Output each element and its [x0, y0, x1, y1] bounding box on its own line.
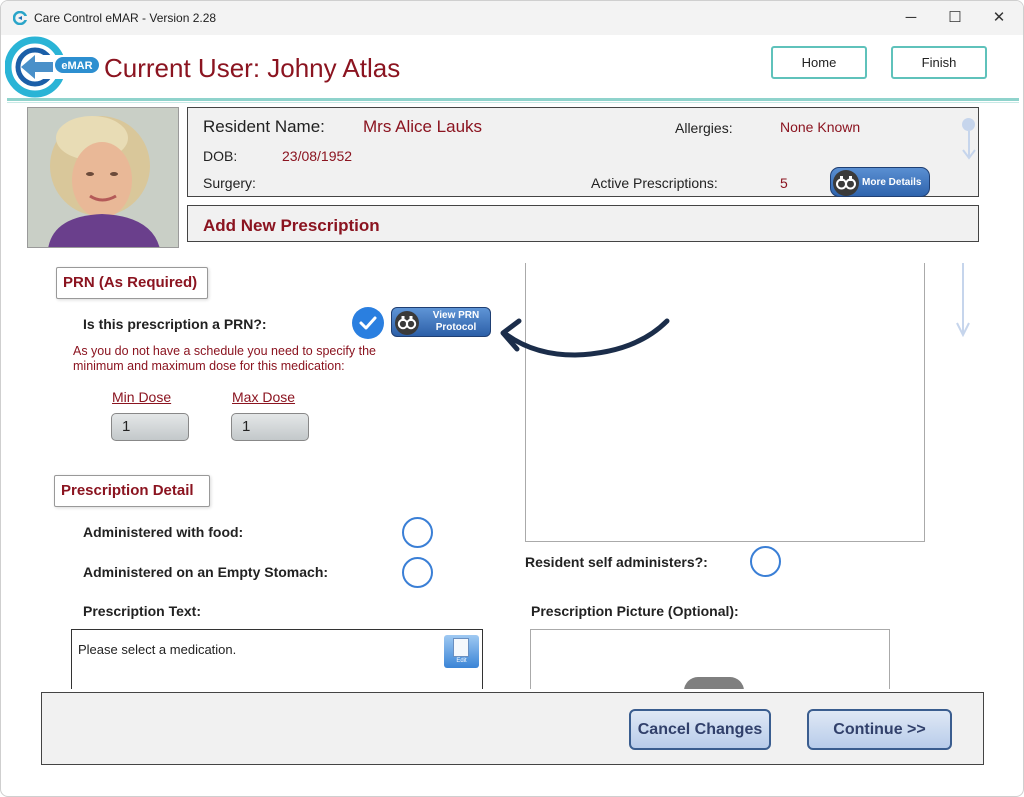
dob-label: DOB:	[203, 148, 238, 164]
resident-photo	[27, 107, 179, 248]
more-details-label: More Details	[862, 177, 922, 188]
finish-button[interactable]: Finish	[891, 46, 987, 79]
view-prn-protocol-button[interactable]: View PRN Protocol	[391, 307, 491, 337]
view-prn-line1: View PRN	[432, 310, 480, 321]
resident-info-panel: Resident Name: Mrs Alice Lauks Allergies…	[187, 107, 979, 197]
edit-label: Edit	[456, 658, 467, 664]
emar-logo: eMAR	[5, 36, 99, 98]
edit-icon[interactable]: Edit	[444, 635, 479, 668]
footer-action-bar: Cancel Changes Continue >>	[41, 692, 984, 765]
scroll-down-icon[interactable]	[953, 263, 973, 337]
medication-list-box[interactable]	[525, 263, 925, 542]
binoculars-icon	[395, 311, 419, 335]
allergies-value: None Known	[780, 119, 861, 135]
title-bar: Care Control eMAR - Version 2.28 ─ ☐ ✕	[1, 1, 1023, 35]
resident-name-label: Resident Name:	[203, 117, 325, 136]
binoculars-icon	[833, 170, 859, 196]
add-prescription-title: Add New Prescription	[203, 216, 380, 235]
prescription-detail-heading: Prescription Detail	[54, 475, 210, 507]
notepad-icon	[453, 638, 469, 657]
scroll-down-icon[interactable]	[959, 131, 979, 161]
with-food-label: Administered with food:	[83, 524, 244, 540]
dob-value: 23/08/1952	[282, 148, 353, 164]
min-dose-input[interactable]: 1	[111, 413, 189, 441]
self-administers-radio[interactable]	[750, 546, 781, 577]
self-administers-label: Resident self administers?:	[525, 554, 708, 570]
prn-section-heading: PRN (As Required)	[56, 267, 208, 299]
picture-placeholder-icon	[684, 677, 744, 689]
scroll-indicator-dot[interactable]	[962, 118, 975, 131]
minimize-button[interactable]: ─	[889, 5, 933, 31]
prescription-text-box[interactable]: Please select a medication. Edit	[71, 629, 483, 689]
maximize-button[interactable]: ☐	[933, 5, 977, 31]
min-dose-label: Min Dose	[112, 389, 172, 405]
view-prn-protocol-label: View PRN Protocol	[424, 310, 488, 334]
empty-stomach-label: Administered on an Empty Stomach:	[83, 564, 329, 580]
current-user-title: Current User: Johny Atlas	[104, 53, 401, 83]
active-prescriptions-label: Active Prescriptions:	[591, 175, 718, 191]
add-prescription-panel: Add New Prescription	[187, 205, 979, 242]
app-logo-icon	[13, 11, 27, 25]
prn-dose-note: As you do not have a schedule you need t…	[73, 344, 376, 373]
window-title: Care Control eMAR - Version 2.28	[34, 11, 217, 25]
continue-button[interactable]: Continue >>	[807, 709, 952, 750]
max-dose-label: Max Dose	[232, 389, 296, 405]
prescription-picture-label: Prescription Picture (Optional):	[531, 603, 739, 619]
cancel-changes-button[interactable]: Cancel Changes	[629, 709, 771, 750]
view-prn-line2: Protocol	[435, 322, 477, 333]
header-divider	[7, 98, 1019, 101]
active-prescriptions-count: 5	[780, 175, 788, 191]
resident-name-value: Mrs Alice Lauks	[363, 117, 483, 136]
logo-text: eMAR	[61, 60, 92, 72]
close-button[interactable]: ✕	[977, 5, 1021, 31]
prescription-picture-box[interactable]	[530, 629, 890, 689]
home-button[interactable]: Home	[771, 46, 867, 79]
prescription-text-label: Prescription Text:	[83, 603, 201, 619]
annotation-arrow-icon	[500, 318, 670, 358]
max-dose-input[interactable]: 1	[231, 413, 309, 441]
with-food-radio[interactable]	[402, 517, 433, 548]
empty-stomach-radio[interactable]	[402, 557, 433, 588]
allergies-label: Allergies:	[675, 120, 733, 136]
header-divider-light	[7, 102, 1019, 103]
prn-checkbox[interactable]	[352, 307, 384, 339]
prescription-text-value: Please select a medication.	[78, 642, 237, 657]
surgery-label: Surgery:	[203, 175, 256, 191]
prn-question-label: Is this prescription a PRN?:	[83, 316, 267, 332]
app-window: Care Control eMAR - Version 2.28 ─ ☐ ✕ e…	[0, 0, 1024, 797]
more-details-button[interactable]: More Details	[830, 167, 930, 197]
checkmark-icon	[359, 316, 377, 330]
